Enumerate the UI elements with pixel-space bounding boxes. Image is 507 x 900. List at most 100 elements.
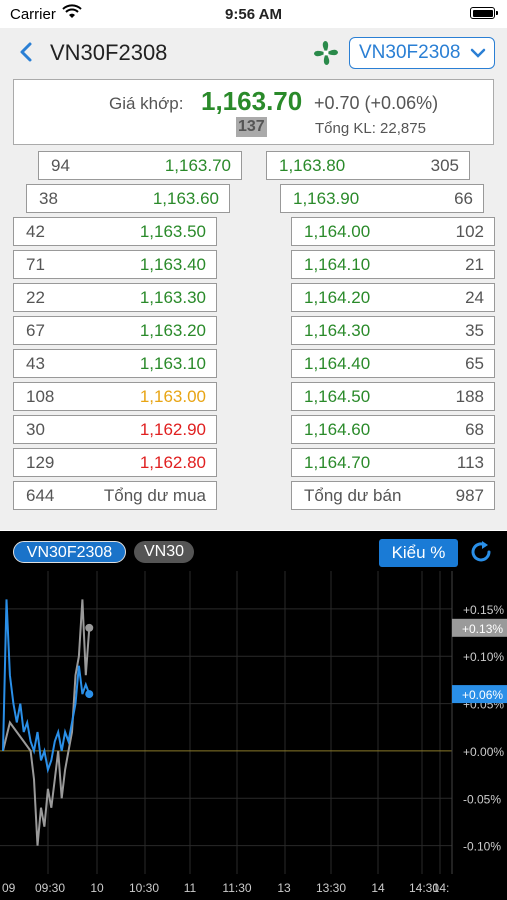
series-last-point <box>85 623 94 632</box>
ask-qty: 188 <box>455 387 484 406</box>
ask-row[interactable]: 1,164.70 113 <box>291 448 495 477</box>
bid-row[interactable]: 38 1,163.60 <box>26 184 230 213</box>
ask-qty: 21 <box>465 255 484 274</box>
bid-qty: 38 <box>39 189 58 208</box>
ask-row[interactable]: 1,164.20 24 <box>291 283 495 312</box>
total-ask-qty: 987 <box>455 486 484 505</box>
bid-row[interactable]: 42 1,163.50 <box>13 217 217 246</box>
ask-row[interactable]: 1,164.30 35 <box>291 316 495 345</box>
total-ask-row[interactable]: Tổng dư bán 987 <box>291 481 495 510</box>
bid-row[interactable]: 22 1,163.30 <box>13 283 217 312</box>
bid-row[interactable]: 67 1,163.20 <box>13 316 217 345</box>
ask-price: 1,164.30 <box>304 321 371 340</box>
x-tick-label: 11 <box>184 881 197 895</box>
ask-qty: 113 <box>456 453 484 472</box>
bid-price: 1,163.30 <box>139 288 206 307</box>
ask-row[interactable]: 1,163.80 305 <box>266 151 470 180</box>
status-bar: Carrier 9:56 AM <box>0 0 507 28</box>
series-last-point <box>85 690 94 699</box>
bid-price: 1,163.70 <box>164 156 231 175</box>
bid-row[interactable]: 30 1,162.90 <box>13 415 217 444</box>
ask-row[interactable]: 1,163.90 66 <box>280 184 484 213</box>
bid-row[interactable]: 71 1,163.40 <box>13 250 217 279</box>
match-volume: 137 <box>236 117 267 137</box>
ask-row[interactable]: 1,164.10 21 <box>291 250 495 279</box>
bid-price: 1,163.50 <box>139 222 206 241</box>
symbol-dropdown[interactable]: VN30F2308 <box>349 37 495 69</box>
ask-qty: 35 <box>465 321 484 340</box>
bid-price: 1,163.40 <box>139 255 206 274</box>
ask-price: 1,164.00 <box>304 222 371 241</box>
refresh-icon[interactable] <box>468 539 494 565</box>
y-tick-label: +0.00% <box>463 745 504 759</box>
bid-row[interactable]: 129 1,162.80 <box>13 448 217 477</box>
ask-qty: 68 <box>465 420 484 439</box>
tab-vn30f2308[interactable]: VN30F2308 <box>13 541 126 563</box>
fan-icon[interactable] <box>313 40 339 66</box>
ask-row[interactable]: 1,164.50 188 <box>291 382 495 411</box>
x-tick-label: 09:30 <box>35 881 65 895</box>
ask-qty: 305 <box>430 156 459 175</box>
ask-row[interactable]: 1,164.40 65 <box>291 349 495 378</box>
ask-price: 1,163.80 <box>279 156 346 175</box>
bid-qty: 71 <box>26 255 45 274</box>
ask-row[interactable]: 1,164.60 68 <box>291 415 495 444</box>
ask-price: 1,164.40 <box>304 354 371 373</box>
page-title: VN30F2308 <box>50 40 168 65</box>
x-tick-label: 14: <box>433 881 450 895</box>
intraday-chart[interactable]: +0.15%+0.10%+0.05%+0.00%-0.05%-0.10%+0.0… <box>0 571 507 900</box>
bid-price: 1,162.90 <box>139 420 206 439</box>
y-tick-label: -0.10% <box>463 840 501 854</box>
bid-row[interactable]: 43 1,163.10 <box>13 349 217 378</box>
ask-price: 1,164.10 <box>304 255 371 274</box>
bid-qty: 30 <box>26 420 45 439</box>
bid-qty: 67 <box>26 321 45 340</box>
bid-qty: 22 <box>26 288 45 307</box>
y-tick-label: -0.05% <box>463 792 501 806</box>
bid-price: 1,163.10 <box>139 354 206 373</box>
ask-qty: 102 <box>455 222 484 241</box>
header: VN30F2308 VN30F2308 <box>0 28 507 76</box>
tab-vn30[interactable]: VN30 <box>134 541 194 563</box>
ask-price: 1,163.90 <box>293 189 360 208</box>
bid-row[interactable]: 94 1,163.70 <box>38 151 242 180</box>
match-price-label: Giá khớp: <box>109 94 184 113</box>
y-tick-label: +0.15% <box>463 603 504 617</box>
bid-qty: 43 <box>26 354 45 373</box>
match-price: 1,163.70 <box>201 86 303 116</box>
last-value-label: +0.06% <box>462 688 503 702</box>
chevron-down-icon <box>470 48 486 58</box>
total-bid-label: Tổng dư mua <box>103 486 206 505</box>
bid-row[interactable]: 108 1,163.00 <box>13 382 217 411</box>
series-line-vn30f2308 <box>2 599 91 774</box>
ask-qty: 66 <box>454 189 473 208</box>
ask-qty: 24 <box>465 288 484 307</box>
ask-price: 1,164.70 <box>304 453 371 472</box>
ask-qty: 65 <box>465 354 484 373</box>
chart-panel: VN30F2308 VN30 Kiểu % +0.15% +0.10% +0.05%… <box>0 531 507 900</box>
x-tick-label: 14 <box>371 881 385 895</box>
bid-qty: 129 <box>26 453 55 472</box>
x-tick-label: 09 <box>2 881 16 895</box>
total-bid-qty: 644 <box>26 486 55 505</box>
y-tick-label: +0.10% <box>463 650 504 664</box>
bid-qty: 108 <box>26 387 55 406</box>
ask-row[interactable]: 1,164.00 102 <box>291 217 495 246</box>
top-panel: VN30F2308 VN30F2308 Giá khớp: 1,163.70 +… <box>0 28 507 530</box>
price-change: +0.70 (+0.06%) <box>314 93 439 113</box>
battery-icon <box>470 7 498 19</box>
ask-price: 1,164.50 <box>304 387 371 406</box>
price-summary: Giá khớp: 1,163.70 +0.70 (+0.06%) 137 Tổ… <box>13 79 494 145</box>
chart-style-button[interactable]: Kiểu % <box>379 539 458 567</box>
bid-qty: 94 <box>51 156 70 175</box>
clock: 9:56 AM <box>225 6 282 23</box>
back-icon[interactable] <box>16 38 36 66</box>
total-bid-row[interactable]: 644 Tổng dư mua <box>13 481 217 510</box>
symbol-dropdown-value: VN30F2308 <box>359 42 461 63</box>
bid-price: 1,163.00 <box>139 387 206 406</box>
bid-price: 1,163.20 <box>139 321 206 340</box>
total-volume: Tổng KL: 22,875 <box>315 120 426 137</box>
x-tick-label: 10 <box>90 881 104 895</box>
x-tick-label: 10:30 <box>129 881 159 895</box>
ask-price: 1,164.20 <box>304 288 371 307</box>
